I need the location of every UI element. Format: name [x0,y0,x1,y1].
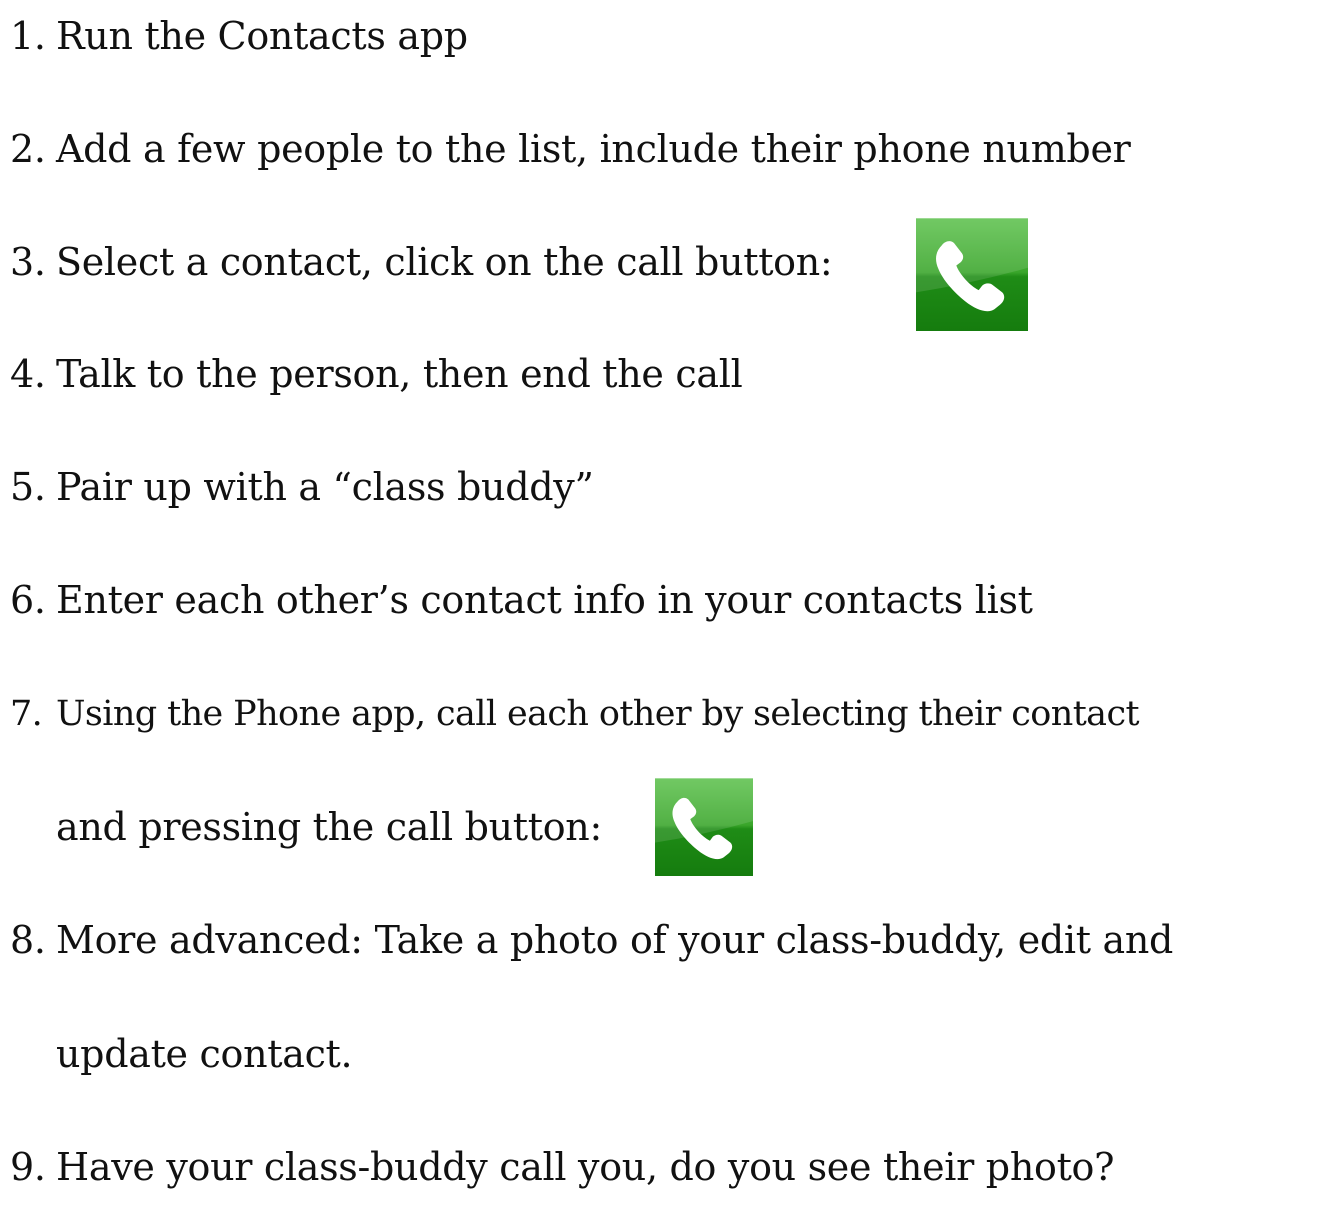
step-text: Have your class-buddy call you, do you s… [56,1145,1115,1189]
step-9: 9. Have your class-buddy call you, do you… [10,1143,1115,1191]
step-text: Pair up with a “class buddy” [56,465,594,509]
step-number: 2. [10,127,46,171]
step-7: 7. Using the Phone app, call each other b… [10,690,1140,738]
phone-call-icon [655,778,753,860]
step-text: More advanced: Take a photo of your clas… [56,918,1174,962]
step-number: 7. [10,694,43,734]
step-number: 1. [10,14,46,58]
step-text: Talk to the person, then end the call [56,352,743,396]
step-6: 6. Enter each other’s contact info in you… [10,576,1033,624]
step-3: 3. Select a contact, click on the call bu… [10,238,833,286]
step-text: Add a few people to the list, include th… [56,127,1131,171]
step-5: 5. Pair up with a “class buddy” [10,463,594,511]
step-number: 3. [10,240,46,284]
step-text-continued: and pressing the call button: [56,805,602,849]
step-number: 5. [10,465,46,509]
call-button-icon [916,218,1028,331]
step-text: Run the Contacts app [56,14,468,58]
step-number: 9. [10,1145,46,1189]
step-text: Enter each other’s contact info in your … [56,578,1033,622]
step-text: Using the Phone app, call each other by … [56,694,1140,734]
step-number: 4. [10,352,46,396]
step-number: 8. [10,918,46,962]
step-text: Select a contact, click on the call butt… [56,240,833,284]
step-1: 1. Run the Contacts app [10,12,468,60]
step-2: 2. Add a few people to the list, include … [10,125,1131,173]
step-8: 8. More advanced: Take a photo of your cl… [10,916,1173,964]
call-button-icon [655,778,753,876]
step-text-continued: update contact. [56,1032,353,1076]
phone-call-icon [916,218,1028,312]
step-number: 6. [10,578,46,622]
step-8-continued: update contact. [56,1030,353,1078]
step-4: 4. Talk to the person, then end the call [10,350,743,398]
step-7-continued: and pressing the call button: [56,803,602,851]
